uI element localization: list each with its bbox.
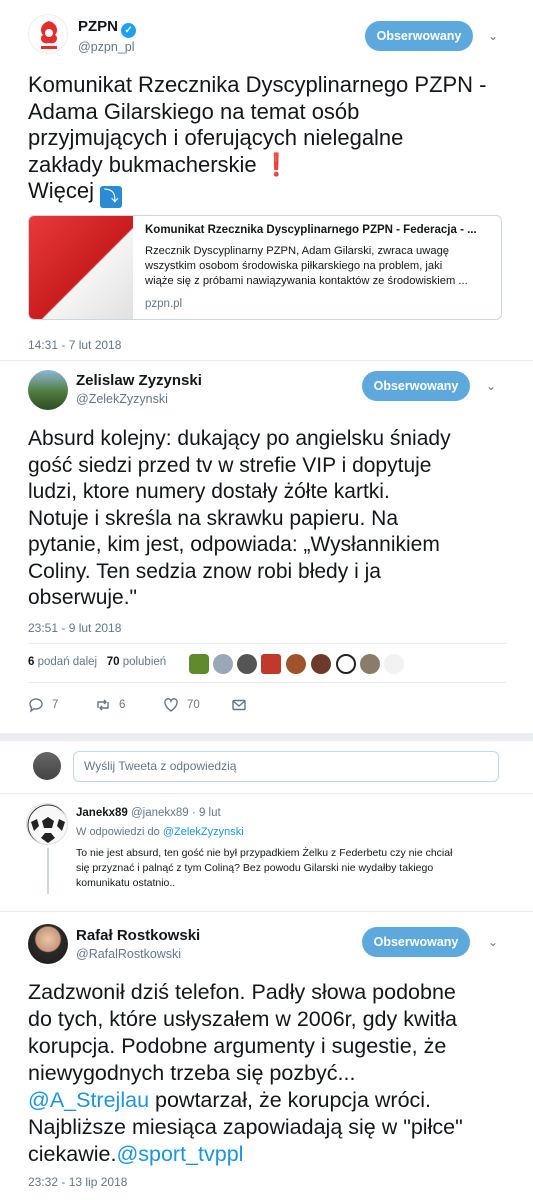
mention-link[interactable]: @sport_tvppl (116, 1142, 243, 1166)
avatar[interactable] (26, 803, 68, 845)
chevron-down-icon[interactable]: ⌄ (485, 935, 501, 951)
reply-action[interactable]: 7 (28, 697, 58, 713)
exclamation-icon: ❗ (262, 151, 291, 177)
heart-icon (164, 698, 178, 712)
liker-avatar[interactable] (213, 654, 233, 674)
reply-author[interactable]: Janekx89 @janekx89 · 9 lut (76, 807, 221, 819)
engagement-stats: 6 podań dalej 70 polubień (28, 656, 166, 668)
liker-avatar[interactable] (286, 654, 306, 674)
timestamp[interactable]: 23:51 - 9 lut 2018 (28, 621, 121, 635)
liker-avatar[interactable] (237, 654, 257, 674)
timestamp[interactable]: 14:31 - 7 lut 2018 (28, 338, 121, 352)
chevron-down-icon[interactable]: ⌄ (485, 29, 501, 45)
retweet-icon (97, 699, 109, 711)
divider (0, 793, 533, 794)
card-image (29, 216, 133, 319)
retweets-stat[interactable]: 6 podań dalej (28, 656, 97, 668)
divider (28, 682, 506, 683)
liker-avatar[interactable] (336, 654, 356, 674)
reply-text: To nie jest absurd, ten gość nie był prz… (76, 847, 453, 889)
author-handle[interactable]: @pzpn_pl (78, 40, 134, 54)
liker-avatar[interactable] (189, 654, 209, 674)
avatar[interactable] (28, 370, 68, 410)
verified-icon: ✓ (121, 23, 137, 38)
arrow-down-icon: ⤵ (100, 186, 123, 208)
author-handle[interactable]: @ZelekZyzynski (76, 392, 168, 406)
reply-input[interactable]: Wyślij Tweeta z odpowiedzią (73, 751, 499, 782)
divider (0, 360, 533, 361)
reply-icon (29, 698, 43, 713)
tweet-text: Komunikat Rzecznika Dyscyplinarnego PZPN… (28, 72, 487, 208)
link-card[interactable]: Komunikat Rzecznika Dyscyplinarnego PZPN… (28, 215, 502, 320)
retweet-action[interactable]: 6 (95, 697, 125, 713)
soccer-ball-icon (27, 804, 67, 844)
pzpn-logo-icon (41, 21, 57, 49)
dm-action[interactable] (231, 697, 247, 713)
author-handle[interactable]: @RafalRostkowski (76, 947, 181, 961)
follow-button[interactable]: Obserwowany (362, 371, 470, 401)
avatar[interactable] (28, 924, 68, 964)
reply-context: W odpowiedzi do @ZelekZyzynski (76, 826, 244, 838)
liker-avatar[interactable] (261, 654, 281, 674)
card-domain: pzpn.pl (145, 298, 183, 310)
divider (0, 911, 533, 912)
avatar[interactable] (33, 752, 61, 780)
liker-avatar[interactable] (384, 654, 404, 674)
mention-link[interactable]: @ZelekZyzynski (163, 826, 244, 838)
follow-button[interactable]: Obserwowany (362, 927, 470, 957)
mention-link[interactable]: @A_Strejlau (28, 1088, 149, 1112)
author-name[interactable]: PZPN ✓ (78, 18, 137, 38)
card-description: Rzecznik Dyscyplinarny PZPN, Adam Gilars… (145, 245, 468, 287)
avatar[interactable] (28, 14, 68, 54)
chevron-down-icon[interactable]: ⌄ (483, 379, 499, 395)
envelope-icon (232, 699, 246, 711)
liker-avatar[interactable] (311, 654, 331, 674)
divider (0, 733, 533, 741)
author-name[interactable]: Rafał Rostkowski (76, 927, 200, 944)
divider (28, 643, 506, 644)
like-action[interactable]: 70 (163, 697, 200, 713)
card-title: Komunikat Rzecznika Dyscyplinarnego PZPN… (145, 224, 477, 236)
thread-line (47, 848, 49, 894)
timestamp[interactable]: 23:32 - 13 lip 2018 (28, 1175, 127, 1189)
tweet-pzpn: PZPN ✓ @pzpn_pl Obserwowany ⌄ Komunikat R… (0, 0, 533, 362)
author-name[interactable]: Zelislaw Zyzynski (76, 372, 202, 389)
likes-stat[interactable]: 70 polubień (107, 656, 166, 668)
tweet-text: Absurd kolejny: dukający po angielsku śn… (28, 427, 451, 609)
liker-avatar[interactable] (360, 654, 380, 674)
follow-button[interactable]: Obserwowany (365, 21, 473, 51)
tweet-text: Zadzwonił dziś telefon. Padły słowa podo… (28, 980, 463, 1166)
